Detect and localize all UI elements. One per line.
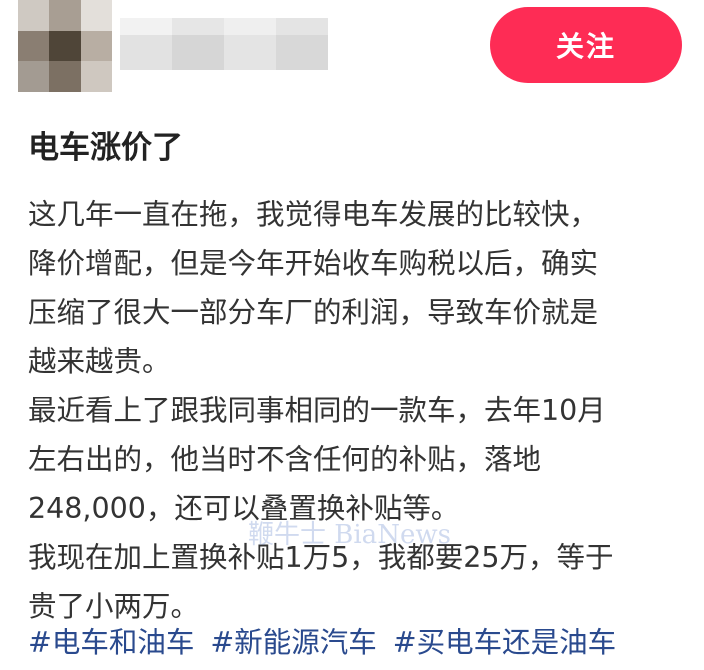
post-text-line: 我现在加上置换补贴1万5，我都要25万，等于 bbox=[28, 541, 614, 574]
avatar[interactable] bbox=[18, 0, 112, 92]
hashtag-link[interactable]: #买电车还是油车 bbox=[393, 620, 616, 666]
post-text-line: 最近看上了跟我同事相同的一款车，去年10月 bbox=[28, 394, 606, 427]
hashtag-link[interactable]: #电车和油车 bbox=[28, 620, 194, 666]
post-title: 电车涨价了 bbox=[28, 130, 183, 166]
post-header: 关注 bbox=[0, 0, 704, 100]
hashtag-list: #电车和油车 #新能源汽车 #买电车还是油车 bbox=[28, 620, 688, 666]
post-text-line: 248,000，还可以叠置换补贴等。 bbox=[28, 492, 460, 525]
post-text-line: 左右出的，他当时不含任何的补贴，落地 bbox=[28, 443, 542, 476]
post-text-line: 越来越贵。 bbox=[28, 345, 171, 378]
follow-button[interactable]: 关注 bbox=[490, 7, 682, 83]
hashtag-link[interactable]: #新能源汽车 bbox=[210, 620, 376, 666]
post-body: 这几年一直在拖，我觉得电车发展的比较快， 降价增配，但是今年开始收车购税以后，确… bbox=[28, 190, 678, 631]
post-text-line: 压缩了很大一部分车厂的利润，导致车价就是 bbox=[28, 296, 599, 329]
post-text-line: 这几年一直在拖，我觉得电车发展的比较快， bbox=[28, 198, 599, 231]
post-text-line: 降价增配，但是今年开始收车购税以后，确实 bbox=[28, 247, 599, 280]
username-blurred[interactable] bbox=[120, 18, 328, 70]
